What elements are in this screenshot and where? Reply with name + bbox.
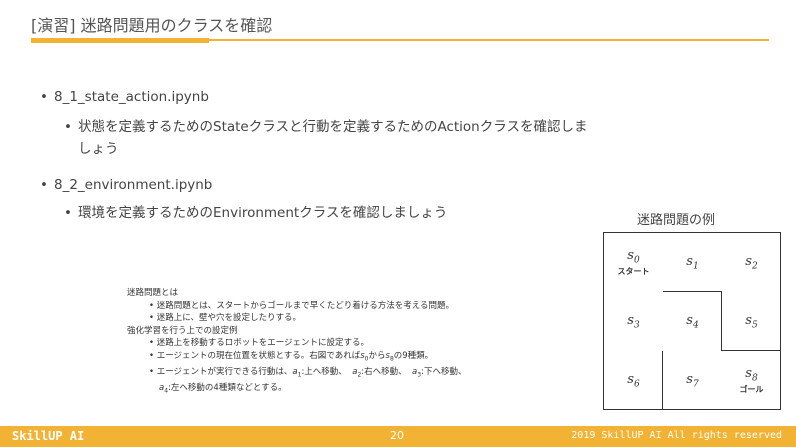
note-item-cont: a4:左へ移動の4種類などとする。 <box>159 382 287 395</box>
title-accent-bar <box>31 38 209 43</box>
bullet-text: 8_1_state_action.ipynb <box>54 89 209 105</box>
goal-label: ゴール <box>739 385 764 395</box>
sub-bullet-item: • 環境を定義するためのEnvironmentクラスを確認しましょう <box>64 205 448 221</box>
maze-cell-s4: s4 <box>686 312 699 331</box>
maze-cell-s6: s6 <box>627 371 640 390</box>
maze-cell-s3: s3 <box>627 312 640 331</box>
start-label: スタート <box>617 267 650 277</box>
bullet-text: 8_2_environment.ipynb <box>54 177 213 193</box>
page-number: 20 <box>390 429 404 442</box>
maze-wall <box>662 351 663 410</box>
sub-bullet-item: • 状態を定義するためのStateクラスと行動を定義するためのActionクラスを… <box>64 119 588 157</box>
note-item: • 迷路問題とは、スタートからゴールまで早くたどり着ける方法を考える問題。 <box>149 300 454 311</box>
note-heading: 強化学習を行う上での設定例 <box>127 325 238 336</box>
note-heading: 迷路問題とは <box>127 288 179 298</box>
sub-bullet-text-cont: しょう <box>78 141 119 157</box>
sub-bullet-text: 環境を定義するためのEnvironmentクラスを確認しましょう <box>78 205 448 221</box>
maze-wall <box>721 291 722 351</box>
notes-block: 迷路問題とは • 迷路問題とは、スタートからゴールまで早くたどり着ける方法を考え… <box>127 287 597 398</box>
note-item: • 迷路上を移動するロボットをエージェントに設定する。 <box>149 338 370 348</box>
bullet-item: • 8_2_environment.ipynb <box>40 177 213 193</box>
note-item: • エージェントが実行できる行動は、a1:上へ移動、 a2:右へ移動、 a3:下… <box>149 366 467 379</box>
bullet-item: • 8_1_state_action.ipynb <box>40 89 209 105</box>
note-item: • エージェントの現在位置を状態とする。右図であればs0からs8の9種類。 <box>149 350 434 363</box>
maze-cell-s8: s8 ゴール <box>739 365 764 395</box>
footer-bar: SkillUP AI 20 2019 SkillUP AI All rights… <box>0 426 796 447</box>
maze-title: 迷路問題の例 <box>637 213 716 228</box>
maze-cell-s0: s0 スタート <box>617 247 650 277</box>
slide-title: [演習] 迷路問題用のクラスを確認 <box>31 16 273 35</box>
brand-logo: SkillUP AI <box>12 429 85 443</box>
maze-wall <box>663 291 722 292</box>
copyright-text: 2019 SkillUP AI All rights reserved <box>571 430 782 441</box>
maze-wall <box>722 350 781 351</box>
maze-cell-s1: s1 <box>686 253 699 272</box>
maze-cell-s2: s2 <box>745 253 758 272</box>
maze-cell-s7: s7 <box>686 371 699 390</box>
maze-grid: s0 スタート s1 s2 s3 s4 s5 s6 s7 s8 ゴール <box>603 232 781 410</box>
title-underline <box>209 39 769 41</box>
note-item: • 迷路上に、壁や穴を設定したりする。 <box>149 313 301 323</box>
maze-cell-s5: s5 <box>745 312 758 331</box>
sub-bullet-text: 状態を定義するためのStateクラスと行動を定義するためのActionクラスを確… <box>78 119 588 135</box>
